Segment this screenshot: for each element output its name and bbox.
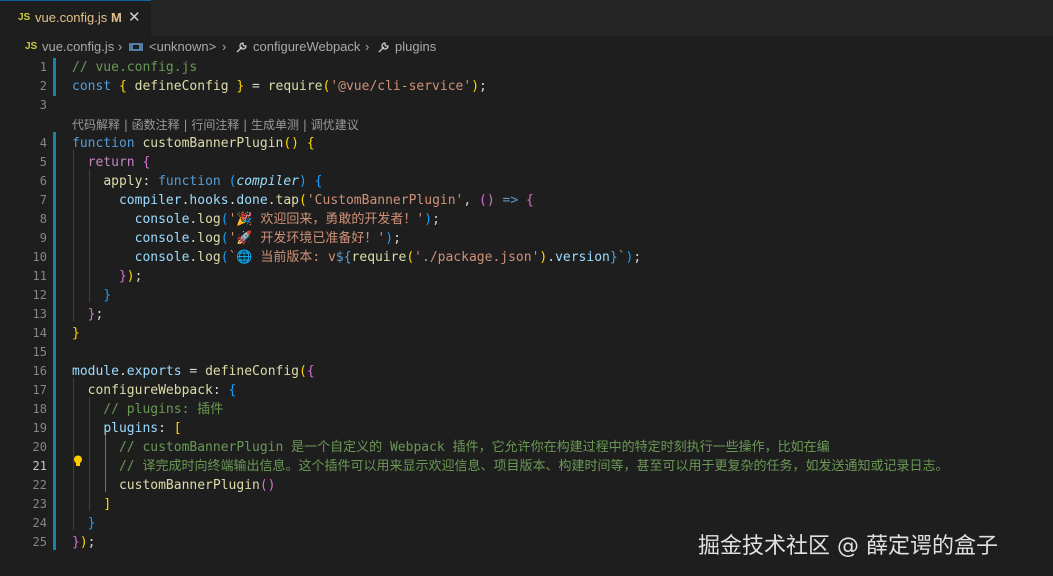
breadcrumb-configure-webpack[interactable]: configureWebpack (253, 39, 360, 54)
line-number: 23 (32, 497, 47, 511)
code-line: }); (72, 535, 96, 550)
code-line: console.log(`🌐 当前版本: v${require('./packa… (134, 250, 642, 265)
line-number: 22 (32, 478, 47, 492)
code-line: apply: function (compiler) { (103, 174, 323, 189)
code-line: }; (87, 307, 104, 322)
code-line: return { (87, 155, 151, 170)
line-number: 9 (39, 231, 47, 245)
code-editor[interactable]: // vue.config.js const { defineConfig } … (72, 58, 1052, 576)
code-line: configureWebpack: { (87, 383, 237, 398)
line-number: 4 (39, 136, 47, 150)
breadcrumb-unknown[interactable]: <unknown> (149, 39, 216, 54)
line-number: 12 (32, 288, 47, 302)
code-line: plugins: [ (103, 421, 182, 436)
code-line: function customBannerPlugin() { (72, 136, 315, 151)
code-line: console.log('🚀 开发环境已准备好！'); (134, 231, 401, 246)
line-number: 1 (39, 60, 47, 74)
code-line: console.log('🎉 欢迎回来，勇敢的开发者！'); (134, 212, 440, 227)
line-number: 16 (32, 364, 47, 378)
js-file-icon: JS (18, 12, 31, 23)
js-file-icon: JS (25, 41, 38, 52)
line-number: 14 (32, 326, 47, 340)
line-number: 5 (39, 155, 47, 169)
code-line: const { defineConfig } = require('@vue/c… (72, 79, 487, 94)
tab-title: vue.config.js (35, 10, 108, 25)
tab-vue-config[interactable]: JS vue.config.js M ✕ (0, 0, 151, 36)
line-number: 8 (39, 212, 47, 226)
code-line: compiler.hooks.done.tap('CustomBannerPlu… (118, 193, 534, 208)
code-line: // plugins: 插件 (72, 402, 224, 417)
line-number: 19 (32, 421, 47, 435)
modified-badge: M (111, 10, 122, 25)
line-number: 13 (32, 307, 47, 321)
line-number: 3 (39, 98, 47, 112)
breadcrumb-file[interactable]: vue.config.js (42, 39, 114, 54)
breadcrumb-plugins[interactable]: plugins (395, 39, 436, 54)
watermark: 掘金技术社区 @ 薛定谔的盒子 (698, 534, 998, 559)
code-line: } (72, 326, 80, 341)
wrench-icon (377, 41, 390, 57)
code-line: // vue.config.js (72, 60, 198, 75)
close-icon[interactable]: ✕ (128, 8, 141, 26)
breadcrumb-separator: › (118, 39, 123, 54)
line-number: 10 (32, 250, 47, 264)
code-line: customBannerPlugin() (118, 478, 276, 493)
line-number: 24 (32, 516, 47, 530)
wrench-icon (235, 41, 248, 57)
editor-tab-bar: JS vue.config.js M ✕ (0, 0, 1053, 36)
code-line: module.exports = defineConfig({ (72, 364, 315, 379)
breadcrumb-separator: › (365, 39, 370, 54)
code-line: ] (103, 497, 112, 512)
line-number: 21 (32, 459, 47, 473)
line-number: 15 (32, 345, 47, 359)
code-line: }); (118, 269, 143, 284)
symbol-variable-icon (129, 41, 143, 56)
code-line: } (87, 516, 96, 531)
code-line: } (103, 288, 112, 303)
code-line: // 译完成时向终端输出信息。这个插件可以用来显示欢迎信息、项目版本、构建时间等… (72, 459, 949, 474)
line-number: 20 (32, 440, 47, 454)
line-number: 7 (39, 193, 47, 207)
line-number-gutter: 1 2 3 4 5 6 7 8 9 10 11 12 13 14 15 16 1… (0, 58, 56, 576)
breadcrumb: JS vue.config.js › <unknown> › configure… (0, 36, 1053, 58)
breadcrumb-separator: › (222, 39, 227, 54)
line-number: 2 (39, 79, 47, 93)
line-number: 25 (32, 535, 47, 549)
line-number: 6 (39, 174, 47, 188)
line-number: 18 (32, 402, 47, 416)
line-number: 17 (32, 383, 47, 397)
line-number: 11 (32, 269, 47, 283)
code-line: // customBannerPlugin 是一个自定义的 Webpack 插件… (72, 440, 830, 455)
